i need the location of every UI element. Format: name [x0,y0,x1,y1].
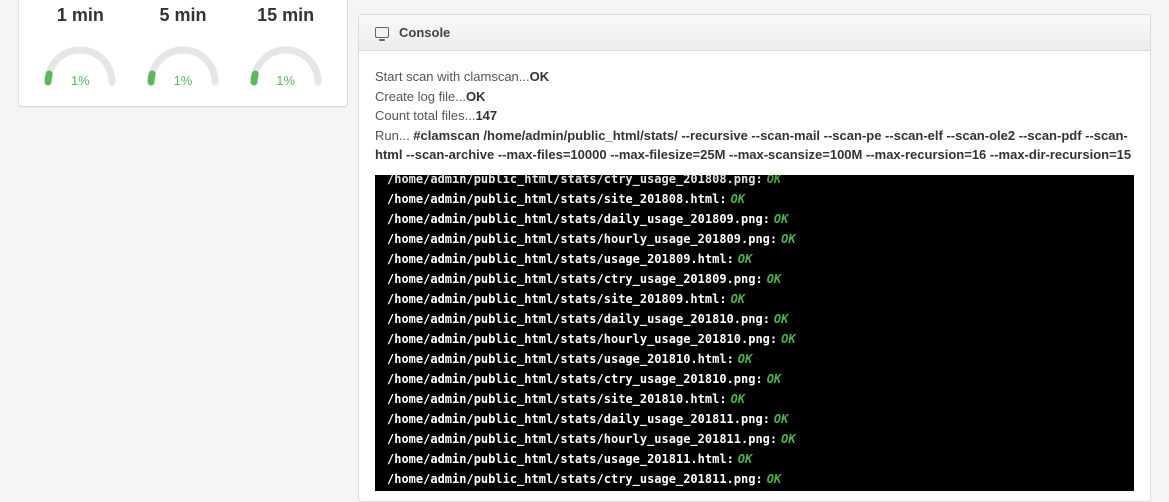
prelude-text: Count total files... [375,108,475,123]
log-path: /home/admin/public_html/stats/hourly_usa… [387,332,770,346]
log-path: /home/admin/public_html/stats/ctry_usage… [387,472,755,486]
log-status: OK [731,192,745,206]
gauge-value: 1% [35,73,125,88]
prelude-command: #clamscan /home/admin/public_html/stats/… [375,128,1131,163]
log-line: /home/admin/public_html/stats/usage_2018… [387,349,1122,369]
log-line: /home/admin/public_html/stats/ctry_usage… [387,469,1122,489]
log-path: /home/admin/public_html/stats/hourly_usa… [387,232,770,246]
log-status: OK [774,412,788,426]
prelude-text: Create log file... [375,89,466,104]
gauge-arc: 1% [35,36,125,86]
log-path: /home/admin/public_html/stats/hourly_usa… [387,432,770,446]
log-path: /home/admin/public_html/stats/ctry_usage… [387,372,755,386]
log-line: /home/admin/public_html/stats/site_20180… [387,189,1122,209]
log-status: OK [781,332,795,346]
console-title: Console [399,25,450,40]
gauge-label: 5 min [138,5,228,26]
log-status: OK [731,392,745,406]
log-line: /home/admin/public_html/stats/daily_usag… [387,309,1122,329]
log-path: /home/admin/public_html/stats/daily_usag… [387,312,763,326]
log-status: OK [738,352,752,366]
log-line: /home/admin/public_html/stats/site_20181… [387,489,1122,491]
log-status: OK [774,312,788,326]
gauge-value: 1% [241,73,331,88]
log-line: /home/admin/public_html/stats/usage_2018… [387,449,1122,469]
gauge-label: 15 min [241,5,331,26]
log-path: /home/admin/public_html/stats/usage_2018… [387,452,727,466]
log-line: /home/admin/public_html/stats/ctry_usage… [387,369,1122,389]
monitor-icon [375,27,389,38]
log-line: /home/admin/public_html/stats/daily_usag… [387,209,1122,229]
log-line: /home/admin/public_html/stats/site_20181… [387,389,1122,409]
log-path: /home/admin/public_html/stats/site_20180… [387,192,719,206]
log-status: OK [738,452,752,466]
log-line: /home/admin/public_html/stats/hourly_usa… [387,229,1122,249]
load-average-panel: 1 min 1% 5 min 1% 15 min 1% [18,0,348,107]
log-status: OK [767,175,781,186]
terminal-output[interactable]: /home/admin/public_html/stats/ctry_usage… [375,175,1134,491]
log-line: /home/admin/public_html/stats/hourly_usa… [387,429,1122,449]
console-prelude: Start scan with clamscan...OK Create log… [375,67,1134,165]
log-status: OK [738,252,752,266]
prelude-text: Run... [375,128,413,143]
prelude-count: 147 [475,108,497,123]
log-path: /home/admin/public_html/stats/daily_usag… [387,412,763,426]
log-line: /home/admin/public_html/stats/ctry_usage… [387,175,1122,189]
log-status: OK [767,272,781,286]
log-path: /home/admin/public_html/stats/site_20180… [387,292,719,306]
gauge-arc: 1% [241,36,331,86]
log-line: /home/admin/public_html/stats/ctry_usage… [387,269,1122,289]
log-path: /home/admin/public_html/stats/ctry_usage… [387,175,755,186]
console-panel: Console Start scan with clamscan...OK Cr… [358,14,1151,502]
console-header: Console [359,15,1150,51]
log-status: OK [774,212,788,226]
log-path: /home/admin/public_html/stats/site_20181… [387,392,719,406]
log-line: /home/admin/public_html/stats/site_20180… [387,289,1122,309]
prelude-status: OK [530,69,550,84]
log-path: /home/admin/public_html/stats/usage_2018… [387,252,727,266]
log-line: /home/admin/public_html/stats/hourly_usa… [387,329,1122,349]
gauge-arc: 1% [138,36,228,86]
load-gauge: 1 min 1% [35,5,125,86]
prelude-status: OK [466,89,486,104]
gauge-value: 1% [138,73,228,88]
log-path: /home/admin/public_html/stats/daily_usag… [387,212,763,226]
log-status: OK [781,432,795,446]
log-line: /home/admin/public_html/stats/usage_2018… [387,249,1122,269]
log-status: OK [731,292,745,306]
log-status: OK [767,372,781,386]
log-status: OK [767,472,781,486]
log-path: /home/admin/public_html/stats/usage_2018… [387,352,727,366]
log-line: /home/admin/public_html/stats/daily_usag… [387,409,1122,429]
log-status: OK [781,232,795,246]
gauge-label: 1 min [35,5,125,26]
load-gauge: 15 min 1% [241,5,331,86]
prelude-text: Start scan with clamscan... [375,69,530,84]
log-path: /home/admin/public_html/stats/ctry_usage… [387,272,755,286]
load-gauge: 5 min 1% [138,5,228,86]
